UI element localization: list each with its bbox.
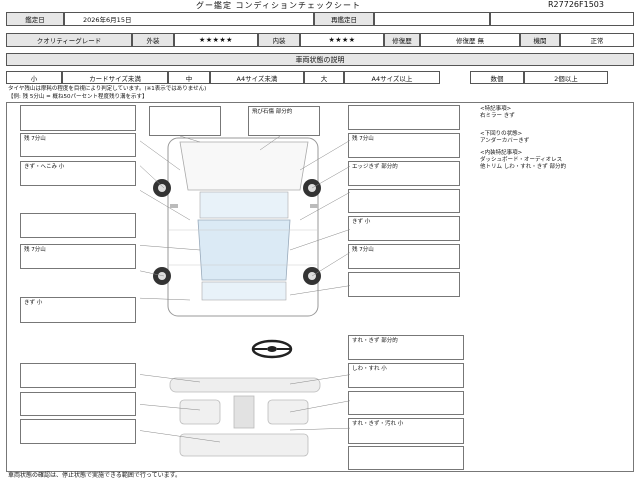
notes-line-2: アンダーカバーきず bbox=[480, 138, 530, 144]
interior-rear-seat bbox=[179, 433, 309, 457]
legend-large-label: 大 bbox=[304, 71, 344, 84]
lower-left-box-1 bbox=[20, 363, 136, 388]
date-label: 鑑定日 bbox=[6, 12, 64, 26]
exterior-stars: ★★★★★ bbox=[174, 33, 258, 47]
sheet-id: R27726F1503 bbox=[548, 0, 604, 9]
vehicle-hood bbox=[179, 141, 309, 191]
notes-line-1: 右ミラー きず bbox=[480, 113, 515, 119]
legend-small-label: 小 bbox=[6, 71, 62, 84]
left-box-2: 残 7分山 bbox=[20, 133, 136, 157]
right-box-6: 残 7分山 bbox=[348, 244, 460, 269]
engine-label: 機関 bbox=[520, 33, 560, 47]
lower-right-box-1: すれ・きず 部分的 bbox=[348, 335, 464, 360]
lower-left-box-3 bbox=[20, 419, 136, 444]
interior-front-seat-right bbox=[267, 399, 309, 425]
lower-right-box-2: しわ・すれ 小 bbox=[348, 363, 464, 388]
vehicle-roof bbox=[197, 219, 291, 281]
tire-note-1: タイヤ残山は摩耗の程度を目視により判定しています。(※1表示ではありません) bbox=[8, 86, 207, 92]
lower-right-box-5 bbox=[348, 446, 464, 470]
lower-right-box-3 bbox=[348, 391, 464, 415]
right-box-7 bbox=[348, 272, 460, 297]
recheck-extra bbox=[490, 12, 634, 26]
recheck-value bbox=[374, 12, 490, 26]
left-box-6: きず 小 bbox=[20, 297, 136, 323]
left-box-4 bbox=[20, 213, 136, 238]
right-box-5: きず 小 bbox=[348, 216, 460, 241]
right-box-3: エッジきず 部分的 bbox=[348, 161, 460, 186]
wheel-rear-left-icon bbox=[153, 267, 171, 285]
lower-right-box-4: すれ・きず・汚れ 小 bbox=[348, 418, 464, 444]
legend-count-value: 2個以上 bbox=[524, 71, 608, 84]
repair-label: 修復歴 bbox=[384, 33, 420, 47]
vehicle-rear-window bbox=[201, 281, 287, 301]
legend-large-value: A4サイズ以上 bbox=[344, 71, 440, 84]
exterior-label: 外装 bbox=[132, 33, 174, 47]
grade-label: クオリティーグレード bbox=[6, 33, 132, 47]
interior-label: 内装 bbox=[258, 33, 300, 47]
wheel-front-left-icon bbox=[153, 179, 171, 197]
legend-medium-label: 中 bbox=[168, 71, 210, 84]
footer-note: 車両状態の確認は、停止状態で実施できる範囲で行っています。 bbox=[8, 472, 181, 479]
right-box-4 bbox=[348, 189, 460, 213]
notes-heading-2: <下回りの状態> bbox=[480, 131, 523, 137]
interior-dashboard bbox=[169, 377, 321, 393]
recheck-label: 再鑑定日 bbox=[314, 12, 374, 26]
repair-value: 修復歴 無 bbox=[420, 33, 520, 47]
notes-heading-3: <内装特記事項> bbox=[480, 150, 523, 156]
notes-heading-1: <特記事項> bbox=[480, 106, 512, 112]
notes-line-3: ダッシュボード・オーディオレス bbox=[480, 157, 563, 163]
date-value: 2026年6月15日 bbox=[64, 12, 314, 26]
legend-count-label: 数個 bbox=[470, 71, 524, 84]
vehicle-windshield bbox=[199, 191, 289, 219]
legend-medium-value: A4サイズ未満 bbox=[210, 71, 304, 84]
left-box-5: 残 7分山 bbox=[20, 244, 136, 269]
interior-stars: ★★★★ bbox=[300, 33, 384, 47]
steering-wheel-icon bbox=[251, 339, 293, 359]
vehicle-diagram bbox=[140, 135, 350, 317]
interior-front-seat-left bbox=[179, 399, 221, 425]
right-box-1 bbox=[348, 105, 460, 130]
lower-left-box-2 bbox=[20, 392, 136, 416]
notes-line-4: 他トリム しわ・すれ・きず 部分的 bbox=[480, 164, 566, 170]
engine-value: 正常 bbox=[560, 33, 634, 47]
interior-diagram bbox=[140, 374, 350, 457]
section-title: 車両状態の説明 bbox=[6, 53, 634, 66]
left-box-3: きず・へこみ 小 bbox=[20, 161, 136, 186]
legend-small-value: カードサイズ未満 bbox=[62, 71, 168, 84]
tire-note-2: 【例: 残 5分山 = 概ね50パーセント程度残り溝を示す】 bbox=[8, 94, 148, 100]
sheet-title: グー鑑定 コンディションチェックシート bbox=[196, 1, 361, 10]
interior-console bbox=[233, 395, 255, 429]
right-box-2: 残 7分山 bbox=[348, 133, 460, 158]
left-box-1 bbox=[20, 105, 136, 131]
